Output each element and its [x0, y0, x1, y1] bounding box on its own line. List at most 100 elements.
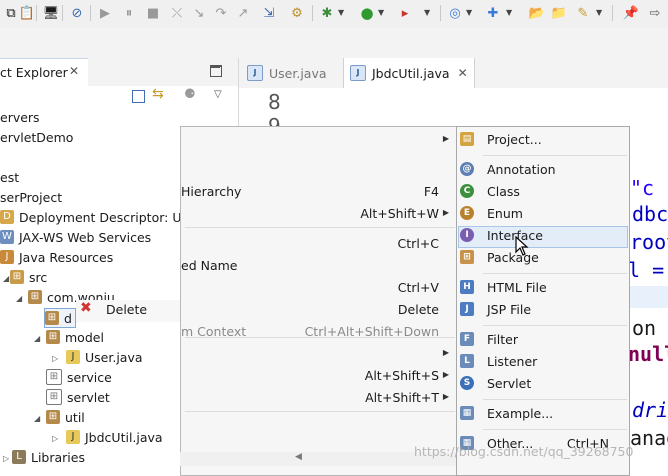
submenu-item-example[interactable]: ▦ Example...: [457, 403, 629, 425]
close-icon[interactable]: ✕: [69, 64, 79, 78]
tree-item-servers[interactable]: ervers: [0, 108, 40, 126]
java-resources-icon: J: [0, 250, 14, 264]
package-icon: ⊞: [45, 311, 59, 325]
step-into-icon[interactable]: ↘: [190, 4, 208, 22]
use-step-filters-icon[interactable]: ⇲: [260, 4, 278, 22]
tree-item-label: Libraries: [31, 449, 85, 465]
server-icon[interactable]: ⚙: [288, 4, 306, 22]
debug-dropdown-icon[interactable]: ▼: [338, 8, 344, 17]
menu-item-open-type-hierarchy[interactable]: Hierarchy F4: [181, 181, 459, 203]
run-dropdown-icon[interactable]: ▼: [378, 8, 384, 17]
new-submenu: ▤ Project... @ Annotation C Class E Enum…: [456, 126, 630, 476]
editor-tab-strip: J User.java J JbdcUtil.java ✕: [238, 58, 668, 88]
tree-item-label: ervers: [0, 109, 40, 125]
tree-item-jbdcutil-java[interactable]: J JbdcUtil.java: [66, 428, 163, 446]
new-java-class-icon[interactable]: ✚: [484, 4, 502, 22]
console-icon[interactable]: 🖥: [42, 4, 60, 22]
submenu-item-enum[interactable]: E Enum: [457, 203, 629, 225]
run-icon[interactable]: ●: [358, 4, 376, 22]
expand-icon[interactable]: ◢: [34, 414, 40, 423]
menu-item-copy[interactable]: Ctrl+C: [181, 233, 459, 255]
expand-icon[interactable]: ◢: [34, 334, 40, 343]
tree-item-servlet[interactable]: ⊞ servlet: [46, 388, 110, 406]
tree-item-deployment-descriptor[interactable]: D Deployment Descriptor: User: [0, 208, 201, 226]
submenu-item-listener[interactable]: L Listener: [457, 351, 629, 373]
libraries-icon: L: [12, 450, 26, 464]
paste-icon[interactable]: 📋: [18, 4, 36, 22]
project-explorer-tab[interactable]: ct Explorer ✕: [0, 58, 89, 87]
menu-item-paste[interactable]: Ctrl+V: [181, 277, 459, 299]
tree-item-jaxws[interactable]: W JAX-WS Web Services: [0, 228, 151, 246]
open-type-icon[interactable]: 📂: [528, 4, 546, 22]
tree-item-test[interactable]: est: [0, 168, 19, 186]
collapse-icon[interactable]: ▷: [3, 454, 9, 463]
code-fragment: l =: [628, 258, 665, 282]
menu-item-new[interactable]: ▶: [181, 129, 459, 151]
tab-jbdcutil-java[interactable]: J JbdcUtil.java ✕: [343, 58, 475, 88]
menu-item-copy-qualified-name[interactable]: ed Name: [181, 255, 459, 277]
collapse-icon[interactable]: ▷: [52, 354, 58, 363]
submenu-item-project[interactable]: ▤ Project...: [457, 129, 629, 151]
new-class-dropdown-icon[interactable]: ▼: [506, 8, 512, 17]
submenu-item-jsp-file[interactable]: J JSP File: [457, 299, 629, 321]
submenu-item-servlet[interactable]: S Servlet: [457, 373, 629, 395]
view-dropdown-icon[interactable]: ▽: [214, 89, 222, 100]
menu-item-build-path[interactable]: ▶: [181, 343, 459, 365]
delete-label: Delete: [106, 302, 148, 317]
filter-icon: F: [460, 332, 474, 346]
package-icon: ⊞: [46, 330, 60, 344]
open-folder-icon[interactable]: 📁: [550, 4, 568, 22]
watermark: https://blog.csdn.net/qq_39268750: [414, 444, 634, 459]
menu-item-show-in[interactable]: Alt+Shift+W ▶: [181, 203, 459, 225]
link-with-editor-icon[interactable]: ⇆: [152, 86, 164, 102]
step-over-icon[interactable]: ↷: [212, 4, 230, 22]
submenu-item-interface[interactable]: I Interface: [457, 225, 629, 247]
java-file-icon: J: [247, 65, 263, 81]
new-web-dropdown-icon[interactable]: ▼: [466, 8, 472, 17]
new-web-project-icon[interactable]: ◎: [446, 4, 464, 22]
view-menu-icon[interactable]: ⚈: [184, 87, 196, 102]
resume-icon[interactable]: ▶: [96, 4, 114, 22]
expand-icon[interactable]: ◢: [3, 274, 9, 283]
tree-item-label: servlet: [67, 389, 110, 405]
step-return-icon[interactable]: ↗: [234, 4, 252, 22]
submenu-item-annotation[interactable]: @ Annotation: [457, 159, 629, 181]
tree-item-java-resources[interactable]: J Java Resources: [0, 248, 113, 266]
menu-item-refactor[interactable]: Alt+Shift+T ▶: [181, 387, 459, 409]
pin-icon[interactable]: 📌: [622, 4, 640, 22]
tree-item-model[interactable]: ⊞ model: [46, 328, 104, 346]
tree-item-util[interactable]: ⊞ util: [46, 408, 85, 426]
menu-item-delete[interactable]: Delete: [181, 299, 459, 321]
tab-user-java[interactable]: J User.java: [247, 58, 327, 88]
submenu-item-package[interactable]: ⊞ Package: [457, 247, 629, 269]
maximize-icon[interactable]: [210, 65, 222, 77]
terminate-icon[interactable]: ■: [144, 4, 162, 22]
forward-icon[interactable]: ⇨: [646, 4, 664, 22]
close-icon[interactable]: ✕: [458, 66, 468, 80]
submenu-item-html-file[interactable]: H HTML File: [457, 277, 629, 299]
menu-item-source[interactable]: Alt+Shift+S ▶: [181, 365, 459, 387]
collapse-icon[interactable]: ▷: [52, 434, 58, 443]
tree-item-libraries[interactable]: L Libraries: [12, 448, 85, 466]
code-fragment: on: [632, 316, 657, 340]
tree-item-userproject[interactable]: serProject: [0, 188, 62, 206]
debug-icon[interactable]: ✱: [318, 4, 336, 22]
suspend-icon[interactable]: ⏸: [120, 4, 138, 22]
tree-item-servletdemo[interactable]: ervletDemo: [0, 128, 73, 146]
external-tools-dropdown-icon[interactable]: ▼: [424, 8, 430, 17]
menu-item-remove-from-context[interactable]: m Context Ctrl+Alt+Shift+Down: [181, 321, 459, 343]
collapse-all-icon[interactable]: [132, 90, 145, 103]
tree-item-user-java[interactable]: J User.java: [66, 348, 143, 366]
skip-breakpoints-icon[interactable]: ⊘: [68, 4, 86, 22]
submenu-item-class[interactable]: C Class: [457, 181, 629, 203]
scroll-left-icon[interactable]: ◀: [295, 452, 302, 462]
external-tools-icon[interactable]: ▸: [396, 4, 414, 22]
tree-item-service[interactable]: ⊞ service: [46, 368, 112, 386]
tree-item-src[interactable]: ⊞ src: [10, 268, 47, 286]
disconnect-icon[interactable]: ⤬: [168, 4, 186, 22]
submenu-item-filter[interactable]: F Filter: [457, 329, 629, 351]
expand-icon[interactable]: ◢: [16, 294, 22, 303]
mark-occurrences-icon[interactable]: ✎: [574, 4, 592, 22]
tree-item-selected-package[interactable]: ⊞ d: [44, 308, 76, 328]
mark-dropdown-icon[interactable]: ▼: [596, 8, 602, 17]
